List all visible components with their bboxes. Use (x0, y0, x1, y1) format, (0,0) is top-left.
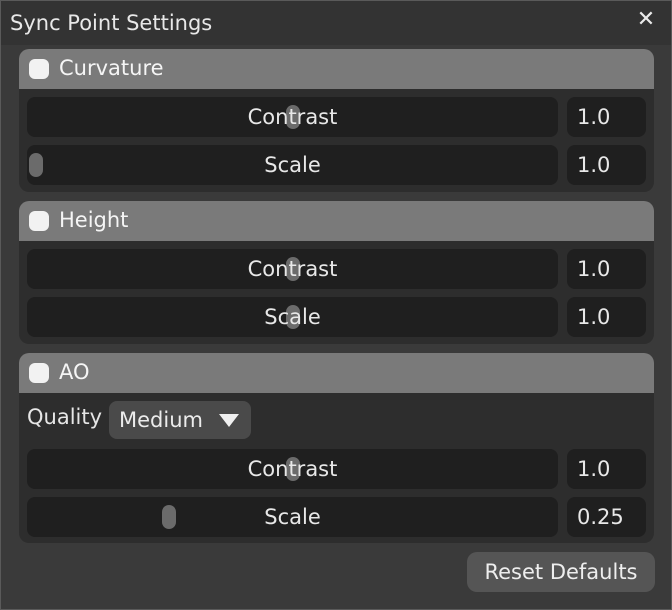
title-bar: Sync Point Settings ✕ (1, 1, 671, 45)
height-scale-value-field[interactable]: 1.0 (567, 297, 646, 337)
quality-dropdown[interactable]: Medium (109, 401, 251, 439)
slider-label: Scale (264, 505, 321, 529)
value-text: 1.0 (577, 257, 611, 281)
panel-curvature: Curvature Contrast 1.0 Scale 1.0 (19, 49, 654, 192)
curvature-contrast-value-field[interactable]: 1.0 (567, 97, 646, 137)
ao-contrast-value-field[interactable]: 1.0 (567, 449, 646, 489)
ao-contrast-slider[interactable]: Contrast (27, 449, 558, 489)
quality-selected-value: Medium (119, 408, 203, 432)
ao-enable-checkbox[interactable] (29, 363, 49, 383)
triangle-down-icon (219, 414, 239, 427)
height-contrast-value-field[interactable]: 1.0 (567, 249, 646, 289)
curvature-scale-slider[interactable]: Scale (27, 145, 558, 185)
slider-label: Contrast (247, 457, 338, 481)
sync-point-settings-dialog: Sync Point Settings ✕ Curvature Contrast… (0, 0, 672, 610)
panel-title-curvature: Curvature (59, 56, 164, 80)
curvature-contrast-slider[interactable]: Contrast (27, 97, 558, 137)
slider-label: Scale (264, 153, 321, 177)
panel-header-height[interactable]: Height (19, 201, 654, 241)
slider-label: Contrast (247, 257, 338, 281)
panel-ao: AO Quality Medium Contrast 1.0 Scale 0.2… (19, 353, 654, 543)
height-enable-checkbox[interactable] (29, 211, 49, 231)
value-text: 1.0 (577, 305, 611, 329)
slider-label: Contrast (247, 105, 338, 129)
value-text: 1.0 (577, 153, 611, 177)
value-text: 0.25 (577, 505, 624, 529)
value-text: 1.0 (577, 457, 611, 481)
height-contrast-slider[interactable]: Contrast (27, 249, 558, 289)
ao-scale-value-field[interactable]: 0.25 (567, 497, 646, 537)
panel-header-ao[interactable]: AO (19, 353, 654, 393)
height-scale-slider[interactable]: Scale (27, 297, 558, 337)
reset-defaults-label: Reset Defaults (484, 560, 638, 584)
curvature-enable-checkbox[interactable] (29, 59, 49, 79)
panel-title-height: Height (59, 208, 129, 232)
panel-header-curvature[interactable]: Curvature (19, 49, 654, 89)
dialog-title: Sync Point Settings (10, 11, 213, 35)
panel-height: Height Contrast 1.0 Scale 1.0 (19, 201, 654, 344)
close-icon[interactable]: ✕ (633, 7, 659, 33)
slider-label: Scale (264, 305, 321, 329)
curvature-scale-value-field[interactable]: 1.0 (567, 145, 646, 185)
reset-defaults-button[interactable]: Reset Defaults (467, 552, 655, 592)
ao-scale-slider[interactable]: Scale (27, 497, 558, 537)
quality-label: Quality (27, 405, 103, 429)
value-text: 1.0 (577, 105, 611, 129)
panel-title-ao: AO (59, 360, 90, 384)
